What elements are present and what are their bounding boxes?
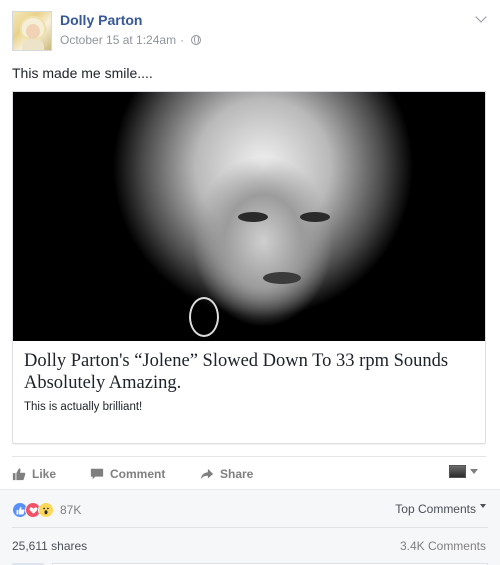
author-avatar[interactable] [12, 11, 52, 51]
comment-button[interactable]: Comment [90, 465, 165, 483]
like-button[interactable]: Like [12, 465, 56, 483]
caret-down-icon [470, 469, 478, 474]
link-preview-card[interactable]: Dolly Parton's “Jolene” Slowed Down To 3… [12, 91, 486, 444]
comment-label: Comment [110, 467, 166, 481]
globe-icon[interactable] [191, 35, 202, 45]
post-as-selector[interactable] [449, 465, 478, 478]
facebook-post: Dolly Parton October 15 at 1:24am · This… [0, 0, 500, 565]
comments-count-link[interactable]: 3.4K Comments [400, 539, 486, 553]
action-bar: Like Comment Share [12, 456, 486, 488]
meta-separator: · [180, 33, 185, 47]
thumbs-up-icon [12, 468, 26, 481]
link-preview-image[interactable] [13, 92, 485, 341]
post-timestamp[interactable]: October 15 at 1:24am [60, 33, 176, 47]
link-description: This is actually brilliant! [24, 401, 143, 413]
post-text: This made me smile.... [12, 65, 153, 81]
page-thumbnail-icon [449, 465, 466, 478]
like-label: Like [32, 467, 57, 481]
share-arrow-icon [200, 468, 214, 480]
divider [12, 527, 488, 528]
wow-reaction-icon [38, 502, 54, 518]
comment-sort-label: Top Comments [395, 502, 476, 516]
share-label: Share [220, 467, 254, 481]
share-button[interactable]: Share [200, 465, 253, 483]
comment-icon [90, 468, 104, 480]
chevron-down-icon[interactable] [474, 12, 488, 26]
reactions-section: 87K Top Comments 25,611 shares 3.4K Comm… [0, 489, 500, 565]
post-meta: October 15 at 1:24am · [60, 33, 202, 47]
reactions-summary[interactable]: 87K [12, 502, 81, 518]
link-title[interactable]: Dolly Parton's “Jolene” Slowed Down To 3… [24, 350, 479, 394]
shares-count-link[interactable]: 25,611 shares [12, 539, 87, 553]
comment-sort-dropdown[interactable]: Top Comments [395, 502, 486, 516]
caret-down-icon [480, 504, 486, 508]
author-name-link[interactable]: Dolly Parton [60, 12, 142, 28]
reaction-count: 87K [60, 503, 82, 517]
